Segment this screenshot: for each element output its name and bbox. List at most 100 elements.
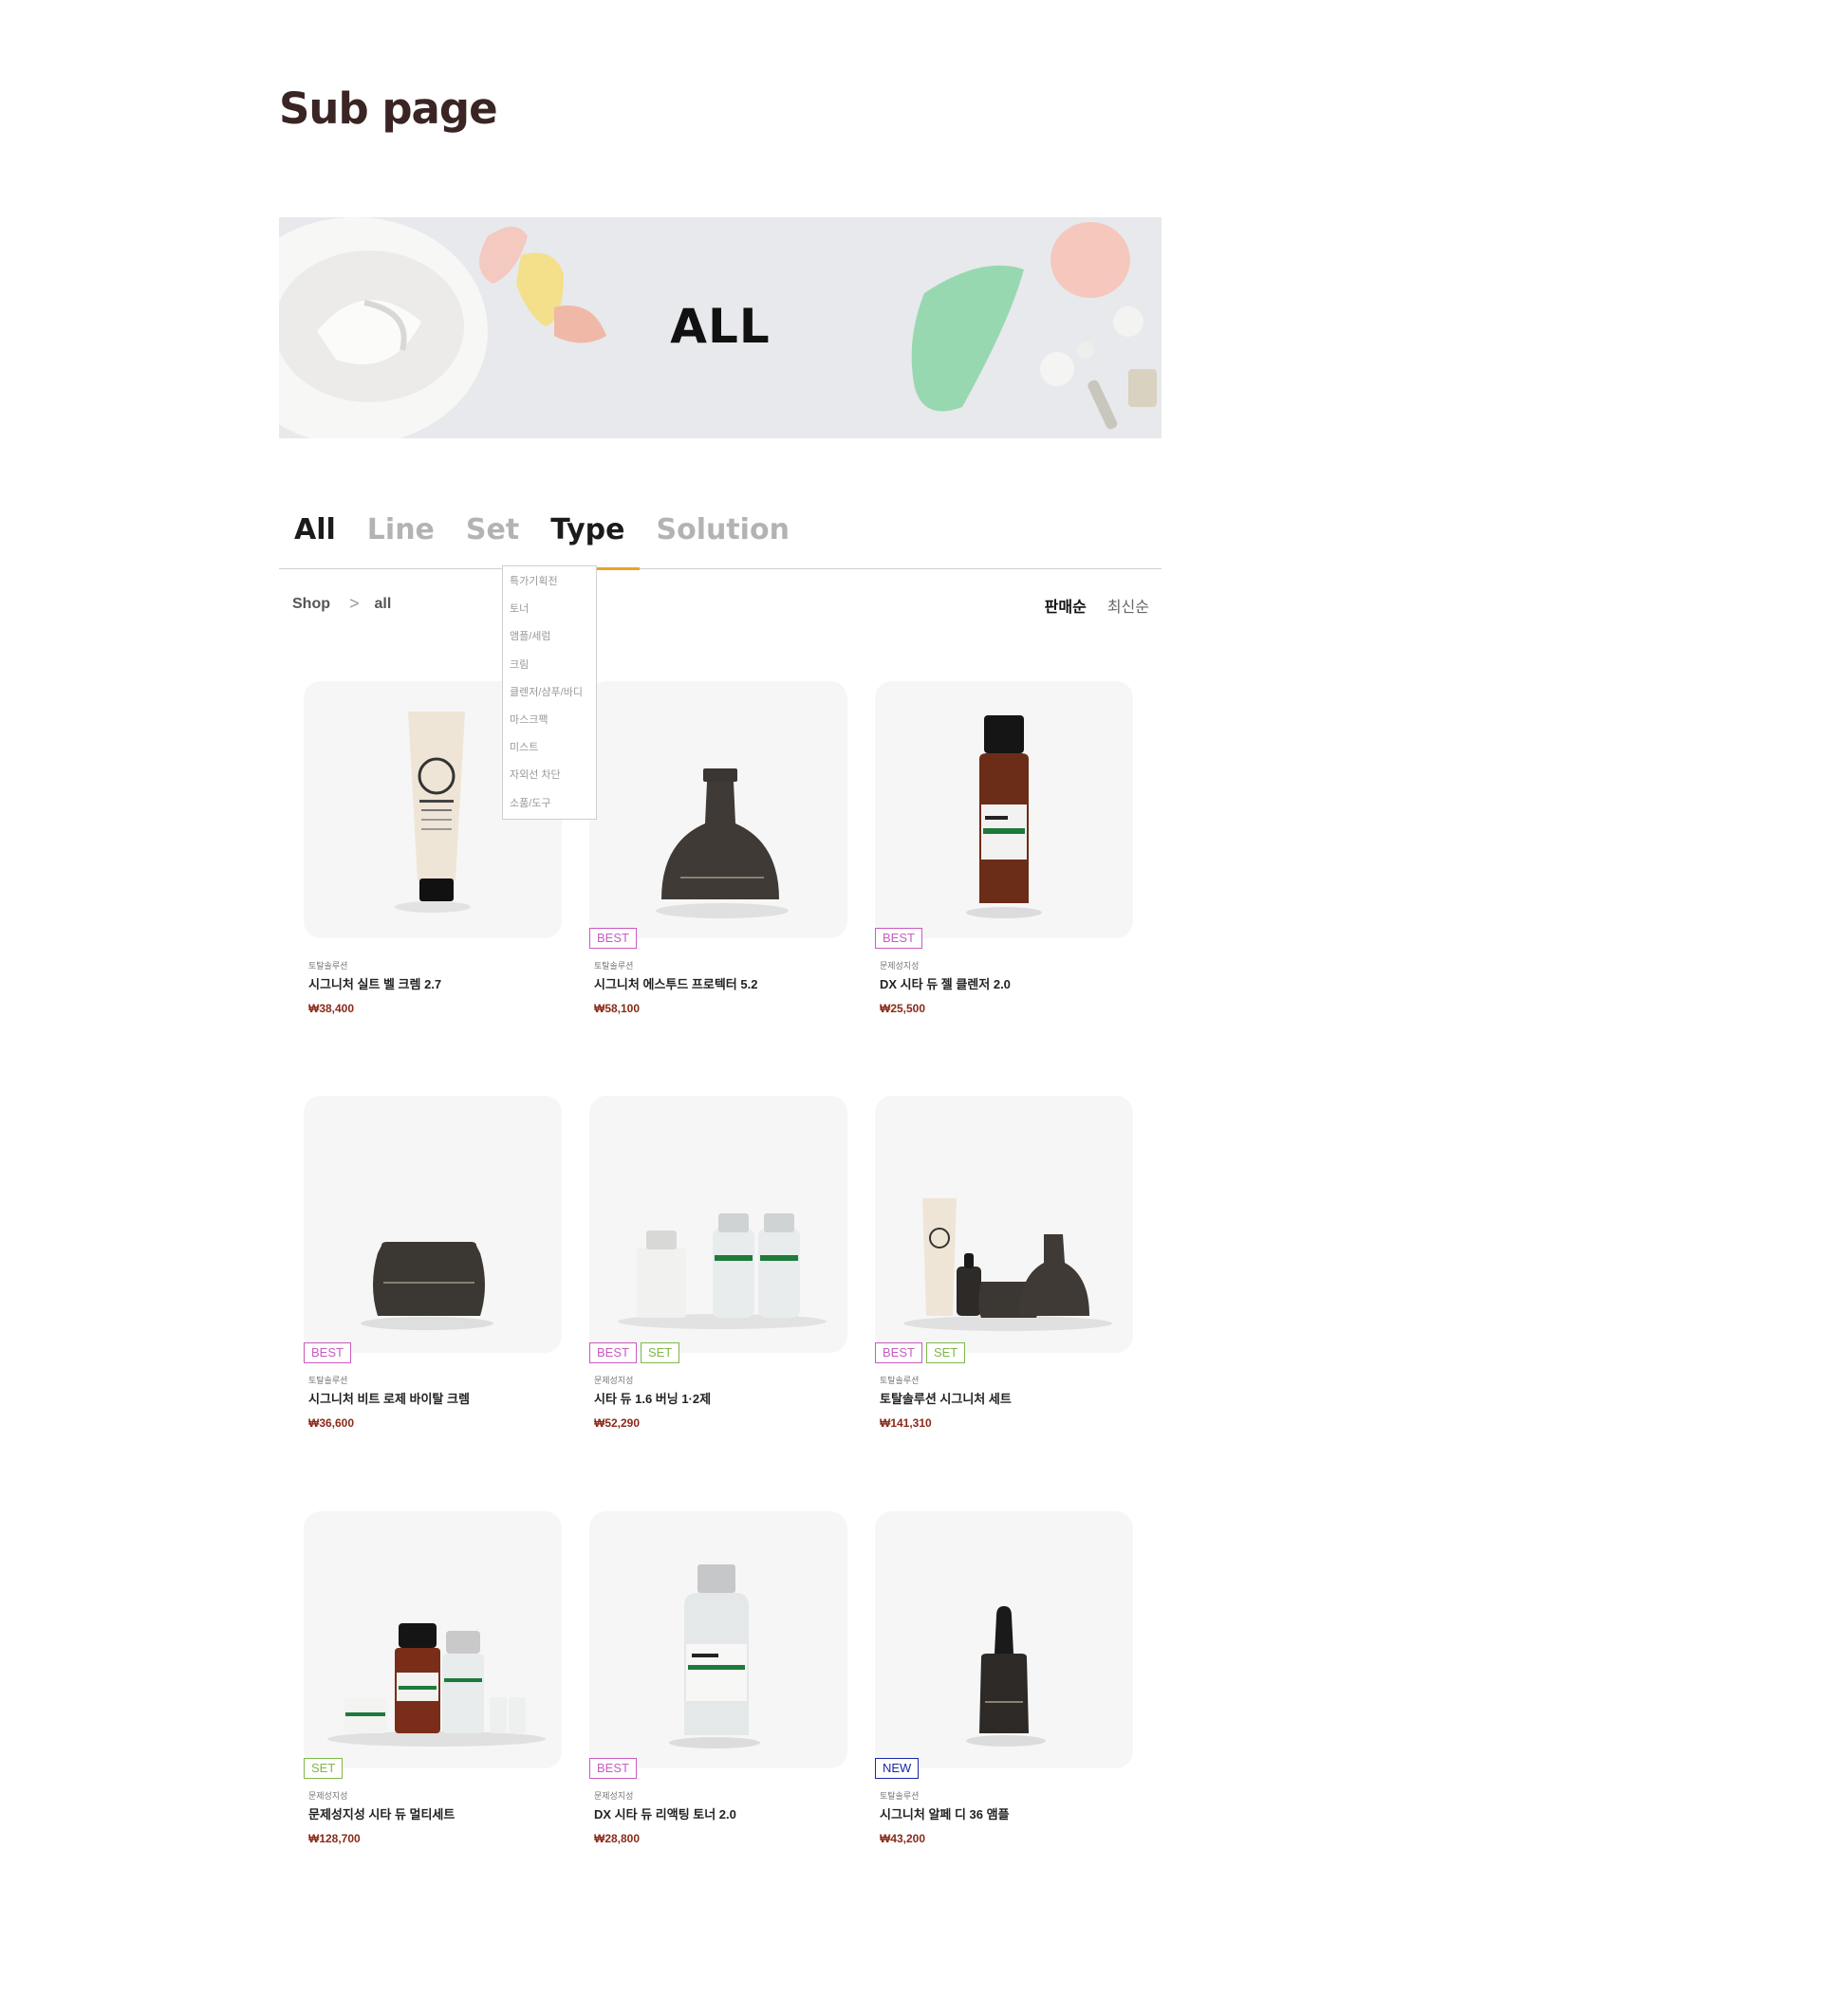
dark-pump-bottle-image: [656, 768, 789, 918]
set-badge: SET: [304, 1758, 344, 1779]
product-badges: BEST: [304, 1342, 351, 1363]
dropdown-item-mist[interactable]: 미스트: [503, 734, 596, 762]
new-badge: NEW: [875, 1758, 920, 1779]
dropdown-item-sunscreen[interactable]: 자외선 차단: [503, 762, 596, 789]
product-name[interactable]: DX 시타 듀 리액팅 토너 2.0: [594, 1804, 736, 1822]
product-price: ₩36,600: [308, 1416, 355, 1430]
signature-set-image: [903, 1198, 1112, 1331]
product-info: 문제성지성문제성지성 시타 듀 멀티세트 ₩128,700: [308, 1789, 455, 1845]
best-badge: BEST: [875, 1342, 922, 1363]
best-badge: BEST: [589, 928, 637, 949]
category-banner: ALL: [279, 217, 1162, 438]
product-card[interactable]: BEST 토탈솔루션시그니처 비트 로제 바이탈 크렘 ₩36,600: [304, 1096, 562, 1430]
sort-options: 판매순 최신순: [1045, 594, 1149, 617]
dropdown-item-toner[interactable]: 토너: [503, 596, 596, 623]
product-image[interactable]: [589, 1511, 847, 1768]
product-name[interactable]: 시그니처 에스투드 프로텍터 5.2: [594, 974, 757, 992]
product-info: 토탈솔루션시그니처 실트 벨 크렘 2.7 ₩38,400: [308, 959, 441, 1015]
product-category: 토탈솔루션: [308, 961, 348, 971]
tab-all[interactable]: All: [294, 508, 336, 568]
best-badge: BEST: [589, 1342, 637, 1363]
product-image[interactable]: [875, 1096, 1133, 1353]
product-image[interactable]: [589, 1096, 847, 1353]
product-image[interactable]: [875, 681, 1133, 938]
dropdown-item-mask[interactable]: 마스크팩: [503, 707, 596, 734]
product-card[interactable]: NEW 토탈솔루션시그니처 알페 디 36 앰플 ₩43,200: [875, 1511, 1133, 1845]
product-name[interactable]: 시그니처 비트 로제 바이탈 크렘: [308, 1389, 470, 1407]
tab-set[interactable]: Set: [466, 508, 519, 568]
multi-set-image: [327, 1623, 546, 1747]
product-category: 문제성지성: [594, 1376, 634, 1385]
product-category: 문제성지성: [594, 1791, 634, 1801]
chevron-right-icon: >: [349, 594, 360, 613]
best-badge: BEST: [589, 1758, 637, 1779]
product-category: 문제성지성: [880, 961, 920, 971]
product-name[interactable]: DX 시타 듀 젤 클렌저 2.0: [880, 974, 1011, 992]
breadcrumb-shop-link[interactable]: Shop: [292, 596, 330, 613]
product-category: 문제성지성: [308, 1791, 348, 1801]
product-image[interactable]: [304, 1511, 562, 1768]
product-badges: BEST SET: [589, 1342, 680, 1363]
product-info: 토탈솔루션토탈솔루션 시그니처 세트 ₩141,310: [880, 1374, 1012, 1430]
product-card[interactable]: BEST 토탈솔루션시그니처 에스투드 프로텍터 5.2 ₩58,100: [589, 681, 847, 1015]
product-category: 토탈솔루션: [880, 1376, 920, 1385]
banner-title: ALL: [670, 299, 771, 354]
product-info: 토탈솔루션시그니처 에스투드 프로텍터 5.2 ₩58,100: [594, 959, 757, 1015]
product-image[interactable]: [589, 681, 847, 938]
product-name[interactable]: 토탈솔루션 시그니처 세트: [880, 1389, 1012, 1407]
page-title: Sub page: [279, 83, 498, 134]
dropper-bottle-image: [966, 1606, 1046, 1747]
product-badges: BEST SET: [875, 1342, 966, 1363]
dropdown-item-cream[interactable]: 크림: [503, 652, 596, 679]
product-name[interactable]: 시타 듀 1.6 버닝 1·2제: [594, 1389, 711, 1407]
best-badge: BEST: [304, 1342, 351, 1363]
vial-set-image: [618, 1213, 827, 1329]
product-category: 토탈솔루션: [594, 961, 634, 971]
dropdown-item-tools[interactable]: 소품/도구: [503, 790, 596, 818]
product-category: 토탈솔루션: [880, 1791, 920, 1801]
dropdown-item-cleanser[interactable]: 클렌저/샴푸/바디: [503, 679, 596, 707]
product-price: ₩58,100: [594, 1002, 641, 1015]
product-name[interactable]: 문제성지성 시타 듀 멀티세트: [308, 1804, 455, 1822]
product-info: 토탈솔루션시그니처 비트 로제 바이탈 크렘 ₩36,600: [308, 1374, 470, 1430]
clear-bottle-image: [669, 1564, 760, 1748]
breadcrumb-current: all: [374, 595, 392, 612]
product-card[interactable]: BEST 문제성지성 DX 시타 듀 리액팅 토너 2.0 ₩28,800: [589, 1511, 847, 1845]
product-card[interactable]: BEST 문제성지성 DX 시타 듀 젤 클렌저 2.0 ₩25,500: [875, 681, 1133, 1015]
dark-jar-image: [361, 1242, 493, 1330]
dropdown-item-special[interactable]: 특가기획전: [503, 568, 596, 596]
tab-type[interactable]: Type: [535, 508, 641, 570]
sort-by-newest[interactable]: 최신순: [1107, 594, 1149, 617]
product-price: ₩43,200: [880, 1832, 926, 1845]
product-price: ₩141,310: [880, 1416, 932, 1430]
product-price: ₩38,400: [308, 1002, 355, 1015]
amber-bottle-image: [966, 715, 1042, 918]
product-info: 토탈솔루션시그니처 알페 디 36 앰플 ₩43,200: [880, 1789, 1010, 1845]
product-badges: SET: [304, 1758, 344, 1779]
product-badges: BEST: [589, 928, 637, 949]
product-card[interactable]: BEST SET 문제성지성시타 듀 1.6 버닝 1·2제 ₩52,290: [589, 1096, 847, 1430]
product-card[interactable]: SET 문제성지성문제성지성 시타 듀 멀티세트 ₩128,700: [304, 1511, 562, 1845]
breadcrumb: Shop > all: [292, 594, 391, 614]
product-badges: NEW: [875, 1758, 920, 1779]
set-badge: SET: [925, 1342, 966, 1363]
product-image[interactable]: [875, 1511, 1133, 1768]
set-badge: SET: [640, 1342, 680, 1363]
sort-by-sales[interactable]: 판매순: [1045, 594, 1087, 617]
product-price: ₩128,700: [308, 1832, 361, 1845]
product-card[interactable]: BEST SET 토탈솔루션토탈솔루션 시그니처 세트 ₩141,310: [875, 1096, 1133, 1430]
category-tabs: All Line Set Type Solution: [279, 508, 1162, 570]
product-badges: BEST: [875, 928, 922, 949]
tab-solution[interactable]: Solution: [656, 508, 789, 568]
product-price: ₩28,800: [594, 1832, 641, 1845]
product-price: ₩52,290: [594, 1416, 641, 1430]
tab-line[interactable]: Line: [367, 508, 435, 568]
product-name[interactable]: 시그니처 실트 벨 크렘 2.7: [308, 974, 441, 992]
product-info: 문제성지성시타 듀 1.6 버닝 1·2제 ₩52,290: [594, 1374, 711, 1430]
product-price: ₩25,500: [880, 1002, 926, 1015]
product-info: 문제성지성 DX 시타 듀 젤 클렌저 2.0 ₩25,500: [880, 959, 1011, 1015]
dropdown-item-ampoule[interactable]: 앰플/세럼: [503, 623, 596, 651]
product-name[interactable]: 시그니처 알페 디 36 앰플: [880, 1804, 1010, 1822]
product-category: 토탈솔루션: [308, 1376, 348, 1385]
product-image[interactable]: [304, 1096, 562, 1353]
